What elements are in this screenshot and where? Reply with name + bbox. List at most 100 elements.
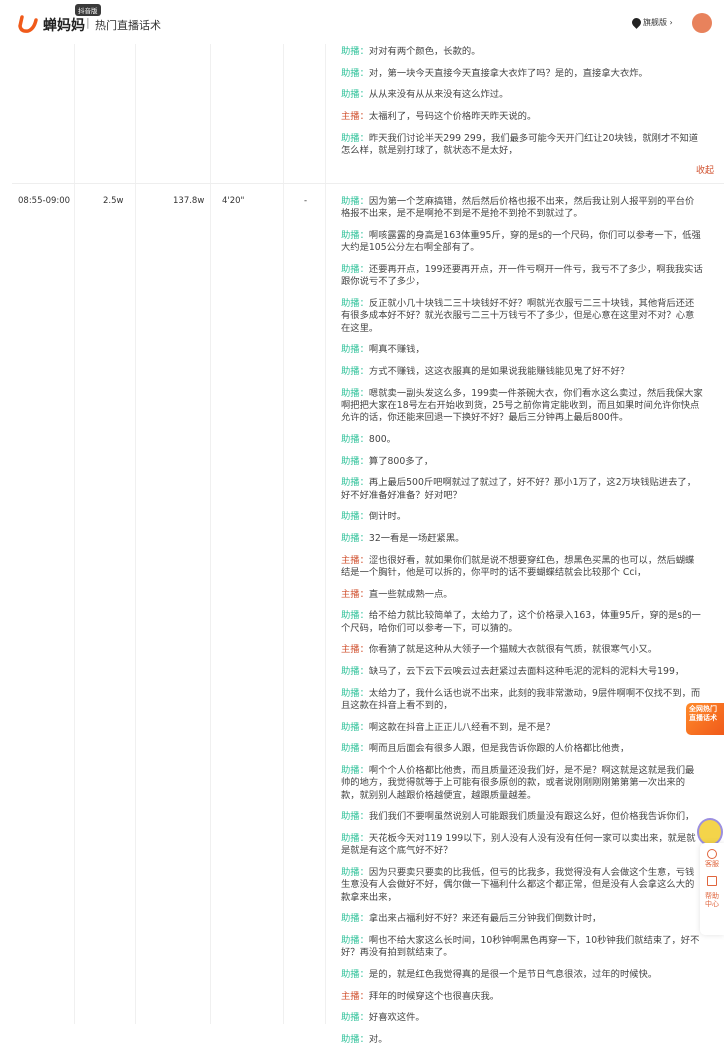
message-text: 对，第一块今天直接今天直接拿大衣炸了吗？是的，直接拿大衣炸。	[368, 67, 648, 79]
speaker-role: 助播	[341, 1012, 360, 1024]
script-message: 助播：因为只要卖只要卖的比我低，但亏的比我多，我觉得没有人会做这个生意，亏钱生意…	[341, 866, 695, 903]
script-messages-row-2: 助播：因为第一个芝麻搞错，然后然后价格也报不出来，然后我让别人报平别的平台价格报…	[341, 196, 703, 1056]
message-text: 缺马了，云下云下云唉云过去赶紧过去面料这种毛泥的泥料的泥料大号199，	[368, 665, 685, 677]
speaker-role: 主播	[341, 588, 360, 600]
script-message: 助播：因为第一个芝麻搞错，然后然后价格也报不出来，然后我让别人报平别的平台价格报…	[341, 196, 695, 220]
page-title: 热门直播话术	[95, 19, 161, 32]
vip-badge-icon	[630, 16, 643, 29]
mascot-icon[interactable]	[697, 818, 723, 846]
message-text: 啊咳露露的身高是163体重95斤，穿的是s的一个尺码，你们可以参考一下，低强大约…	[341, 229, 701, 254]
message-text: 好喜欢这件。	[368, 1012, 425, 1024]
message-text: 拜年的时候穿这个也很喜庆我。	[368, 990, 500, 1002]
message-text: 啊真不赚钱，	[368, 344, 425, 356]
speaker-role: 助播	[341, 968, 360, 980]
promo-line2: 直播话术	[689, 714, 717, 722]
script-message: 助播：昨天我们讨论半天299 299，我们最多可能今天开门红让20块钱，就刚才不…	[341, 132, 699, 157]
script-message: 助播：天花板今天对119 199以下，别人没有人没有没有任何一家可以卖出来，就是…	[341, 832, 696, 857]
help-label: 帮助中心	[705, 892, 719, 908]
script-message: 助播：给不给力就比较简单了，太给力了，这个价格录入163，体重95斤，穿的是s的…	[341, 610, 701, 634]
brand-name[interactable]: 蝉妈妈	[43, 15, 85, 35]
speaker-role: 主播	[341, 990, 360, 1002]
qrcode-icon	[707, 876, 717, 886]
speaker-role: 助播	[341, 433, 360, 445]
message-text: 从从来没有从从来没有这么炸过。	[368, 89, 509, 101]
message-text: 倒计时。	[368, 511, 407, 523]
speaker-role: 助播	[341, 297, 360, 309]
script-message: 助播：啊而且后面会有很多人跟，但是我告诉你跟的人价格都比他贵，	[341, 743, 630, 755]
metric-viewers: 2.5w	[103, 196, 124, 206]
message-text: 32一看是一场赶紧黑。	[368, 532, 465, 544]
speaker-role: 助播	[341, 1033, 360, 1045]
message-text: 你看猜了就是这种从大领子一个猫贼大衣就很有气质，就很寒气小又。	[368, 644, 658, 656]
collapse-button[interactable]: 收起	[696, 163, 714, 176]
speaker-role: 助播	[341, 263, 360, 275]
hot-scripts-promo-button[interactable]: 全网热门 直播话术	[686, 703, 724, 735]
script-message: 助播：太给力了，我什么话也说不出来，此刻的我非常激动，9层件啊啊不仅找不到，而且…	[341, 687, 701, 711]
speaker-role: 助播	[341, 89, 360, 101]
message-text: 反正就小几十块钱二三十块钱好不好？啊就光衣服亏二三十块钱，其他背后还还有很多成本…	[341, 297, 695, 334]
message-text: 拿出来占福利好不好？来还有最后三分钟我们倒数计时，	[368, 913, 602, 925]
script-message: 助播：对，第一块今天直接今天直接拿大衣炸了吗？是的，直接拿大衣炸。	[341, 67, 648, 79]
message-text: 800。	[368, 433, 396, 445]
speaker-role: 助播	[341, 477, 360, 489]
speaker-role: 助播	[341, 721, 360, 733]
script-message: 助播：啊个个人价格都比他贵，而且质量还没我们好，是不是？啊这就是这就是我们最帅的…	[341, 765, 695, 801]
script-message: 助播：嗯就卖一副头发这么多，199卖一件茶碗大衣，你们看水这么卖过，然后我保大家…	[341, 387, 703, 424]
message-text: 对对有两个颜色，长款的。	[368, 46, 481, 57]
message-text: 方式不赚钱，这这衣服真的是如果说我能赚钱能见鬼了好不好？	[368, 365, 630, 377]
message-text: 天花板今天对119 199以下，别人没有人没有没有任何一家可以卖出来，就是就是就…	[341, 832, 696, 857]
speaker-role: 助播	[341, 455, 360, 467]
message-text: 因为第一个芝麻搞错，然后然后价格也报不出来，然后我让别人报平别的平台价格报不出来…	[341, 196, 695, 220]
speaker-role: 助播	[341, 743, 360, 755]
script-message: 助播：800。	[341, 433, 396, 445]
script-message: 主播：直一些就成熟一点。	[341, 588, 453, 600]
customer-service-button[interactable]: 客服	[700, 849, 724, 868]
speaker-role: 助播	[341, 934, 360, 946]
script-message: 助播：啊咳露露的身高是163体重95斤，穿的是s的一个尺码，你们可以参考一下，低…	[341, 229, 701, 254]
speaker-role: 助播	[341, 765, 360, 777]
script-message: 助播：我们我们不要啊虽然说别人可能跟我们质量没有跟这么好，但价格我告诉你们，	[341, 811, 695, 823]
qrcode-button[interactable]	[700, 876, 724, 886]
message-text: 太福利了，号码这个价格昨天昨天说的。	[368, 111, 537, 123]
message-text: 算了800多了，	[368, 455, 434, 467]
service-label: 客服	[705, 860, 719, 868]
script-message: 主播：你看猜了就是这种从大领子一个猫贼大衣就很有气质，就很寒气小又。	[341, 644, 658, 656]
script-message: 助播：拿出来占福利好不好？来还有最后三分钟我们倒数计时，	[341, 913, 602, 925]
metric-empty: -	[304, 196, 308, 206]
vip-edition-link[interactable]: 旗舰版 ›	[630, 16, 673, 29]
message-text: 啊而且后面会有很多人跟，但是我告诉你跟的人价格都比他贵，	[368, 743, 630, 755]
message-text: 对。	[368, 1033, 388, 1045]
message-text: 太给力了，我什么话也说不出来，此刻的我非常激动，9层件啊啊不仅找不到，而且这款在…	[341, 687, 701, 711]
script-message: 主播：太福利了，号码这个价格昨天昨天说的。	[341, 111, 537, 123]
side-toolbar: 客服 帮助中心	[700, 843, 724, 935]
speaker-role: 助播	[341, 511, 360, 523]
script-message: 助播：还要再开点，199还要再开点，开一件亏啊开一件亏，我亏不了多少，啊我我实话…	[341, 263, 703, 288]
speaker-role: 主播	[341, 644, 360, 656]
script-message: 助播：算了800多了，	[341, 455, 434, 467]
column-divider	[135, 44, 136, 1024]
script-message: 助播：32一看是一场赶紧黑。	[341, 532, 465, 544]
chanmama-logo-icon	[18, 15, 38, 33]
metric-duration: 4'20"	[222, 196, 245, 206]
message-text: 嗯就卖一副头发这么多，199卖一件茶碗大衣，你们看水这么卖过，然后我保大家啊把把…	[341, 387, 703, 424]
headset-icon	[707, 849, 717, 859]
speaker-role: 助播	[341, 866, 360, 878]
row-divider	[12, 183, 724, 184]
message-text: 因为只要卖只要卖的比我低，但亏的比我多，我觉得没有人会做这个生意，亏钱生意没有人…	[341, 866, 695, 903]
speaker-role: 主播	[341, 554, 360, 566]
message-text: 啊个个人价格都比他贵，而且质量还没我们好，是不是？啊这就是这就是我们最帅的地方，…	[341, 765, 695, 801]
speaker-role: 助播	[341, 132, 360, 144]
script-messages-row-1: 助播：对对有两个颜色，长款的。助播：对，第一块今天直接今天直接拿大衣炸了吗？是的…	[341, 46, 703, 167]
help-center-button[interactable]: 帮助中心	[700, 892, 724, 908]
script-message: 助播：啊这款在抖音上正正儿八经看不到，是不是？	[341, 721, 555, 733]
script-message: 助播：方式不赚钱，这这衣服真的是如果说我能赚钱能见鬼了好不好？	[341, 365, 630, 377]
speaker-role: 助播	[341, 532, 360, 544]
speaker-role: 助播	[341, 365, 360, 377]
speaker-role: 助播	[341, 610, 360, 622]
vip-label: 旗舰版 ›	[643, 18, 673, 27]
promo-line1: 全网热门	[689, 705, 717, 713]
script-message: 助播：对对有两个颜色，长款的。	[341, 46, 481, 57]
script-message: 助播：缺马了，云下云下云唉云过去赶紧过去面料这种毛泥的泥料的泥料大号199，	[341, 665, 685, 677]
user-avatar[interactable]	[692, 13, 712, 33]
column-divider	[325, 44, 326, 1024]
